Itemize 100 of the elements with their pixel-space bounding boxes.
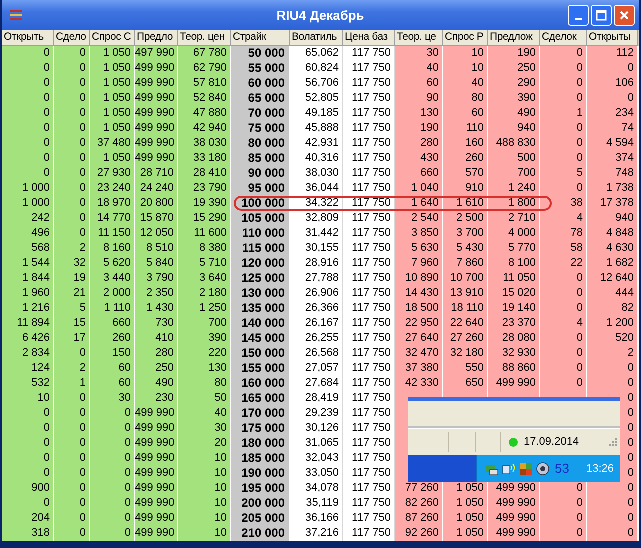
table-cell: 499 990 [488,481,540,496]
table-cell: 40 [395,61,443,76]
table-cell: 5 710 [178,256,231,271]
strike-cell: 65 000 [231,91,290,106]
table-cell: 87 260 [395,511,443,526]
column-header[interactable]: Теор. це [395,30,443,46]
table-cell: 520 [587,331,638,346]
table-cell: 10 890 [395,271,443,286]
table-cell: 280 [135,346,178,361]
table-cell: 33 180 [178,151,231,166]
wireless-icon[interactable] [502,462,516,476]
table-cell: 1 000 [2,181,54,196]
table-cell: 50 [178,391,231,406]
table-cell: 1 050 [443,511,488,526]
table-cell: 0 [540,526,587,541]
resize-grip-icon[interactable] [608,437,618,447]
table-cell: 1 050 [90,46,135,61]
table-cell: 0 [54,481,90,496]
table-cell: 27 260 [443,331,488,346]
table-cell: 0 [540,136,587,151]
table-cell: 14 430 [395,286,443,301]
table-cell: 0 [90,496,135,511]
table-cell: 1 050 [90,76,135,91]
table-cell: 2 500 [443,211,488,226]
column-header[interactable]: Предло [135,30,178,46]
table-cell: 0 [54,406,90,421]
table-cell: 0 [54,526,90,541]
table-cell: 1 738 [587,181,638,196]
maximize-button[interactable] [591,4,612,26]
column-header[interactable]: Открыть [2,30,54,46]
table-cell: 0 [2,61,54,76]
strike-cell: 155 000 [231,361,290,376]
column-header[interactable]: Волатиль [290,30,343,46]
column-header[interactable]: Открыты [587,30,638,46]
table-cell: 27 930 [90,166,135,181]
table-cell: 47 880 [178,106,231,121]
table-cell: 130 [395,106,443,121]
table-cell: 5 840 [135,256,178,271]
table-cell: 11 050 [488,271,540,286]
table-cell: 1 430 [135,301,178,316]
table-cell: 0 [2,466,54,481]
table-cell: 0 [2,91,54,106]
table-cell: 499 990 [488,511,540,526]
strike-cell: 210 000 [231,526,290,541]
table-cell: 1 000 [2,196,54,211]
table-cell: 1 050 [443,496,488,511]
table-cell: 1 050 [90,91,135,106]
table-cell: 11 894 [2,316,54,331]
table-cell: 0 [54,391,90,406]
table-cell: 910 [443,181,488,196]
table-cell: 19 [54,271,90,286]
table-cell: 499 990 [135,136,178,151]
column-header[interactable]: Спрос С [90,30,135,46]
table-cell: 499 990 [135,526,178,541]
table-cell: 499 990 [135,496,178,511]
table-cell: 0 [90,406,135,421]
table-cell: 0 [54,196,90,211]
table-cell: 1 110 [90,301,135,316]
table-cell: 10 [2,391,54,406]
table-cell: 0 [540,181,587,196]
table-cell: 37 480 [90,136,135,151]
speaker-icon[interactable] [536,462,550,476]
table-cell: 444 [587,286,638,301]
table-cell: 23 240 [90,181,135,196]
column-header[interactable]: Предлож [488,30,540,46]
strike-cell: 160 000 [231,376,290,391]
strike-cell: 110 000 [231,226,290,241]
table-cell: 42 330 [395,376,443,391]
table-cell: 900 [2,481,54,496]
table-cell: 499 990 [135,151,178,166]
table-cell: 0 [2,436,54,451]
column-header[interactable]: Цена баз [343,30,395,46]
table-cell: 1 544 [2,256,54,271]
table-cell: 32 [54,256,90,271]
column-header[interactable]: Теор. цен [178,30,231,46]
table-cell: 499 990 [135,421,178,436]
minimize-button[interactable] [568,4,589,26]
table-cell: 280 [395,136,443,151]
table-cell: 5 770 [488,241,540,256]
column-header[interactable]: Страйк [231,30,290,46]
table-cell: 532 [2,376,54,391]
close-button[interactable] [614,4,635,26]
table-cell: 40 [443,76,488,91]
table-cell: 490 [135,376,178,391]
column-header[interactable]: Сделок [540,30,587,46]
strike-cell: 175 000 [231,421,290,436]
table-cell: 0 [2,151,54,166]
table-cell: 20 [178,436,231,451]
menu-icon[interactable] [10,10,22,20]
strike-cell: 150 000 [231,346,290,361]
table-cell: 8 510 [135,241,178,256]
table-cell: 1 050 [443,481,488,496]
strike-cell: 115 000 [231,241,290,256]
table-cell: 2 834 [2,346,54,361]
strike-cell: 140 000 [231,316,290,331]
table-cell: 8 160 [90,241,135,256]
column-header[interactable]: Спрос Р [443,30,488,46]
column-header[interactable]: Сдело [54,30,90,46]
table-cell: 3 850 [395,226,443,241]
table-cell: 0 [54,496,90,511]
